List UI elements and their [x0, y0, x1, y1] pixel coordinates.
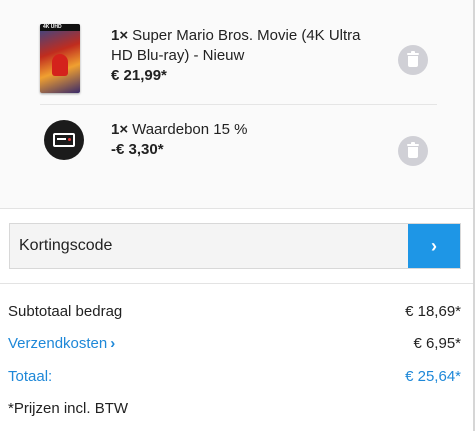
shipping-label: Verzendkosten — [8, 335, 108, 352]
item-price: € 21,99* — [111, 67, 167, 84]
voucher-card-icon — [44, 120, 84, 160]
total-value: € 25,64* — [405, 368, 461, 385]
item-price: -€ 3,30* — [111, 141, 164, 158]
shipping-link[interactable]: Verzendkosten › — [8, 334, 115, 354]
cart-items: 4K UHD 1× Super Mario Bros. Movie (4K Ult… — [0, 0, 473, 208]
trash-icon[interactable] — [398, 45, 428, 75]
chevron-right-icon: › — [110, 335, 116, 352]
item-title[interactable]: Super Mario Bros. Movie (4K Ultra HD Blu… — [111, 27, 361, 64]
cart-item-details: 1× Super Mario Bros. Movie (4K Ultra HD B… — [111, 26, 381, 86]
subtotal-label: Subtotaal bedrag — [8, 303, 123, 320]
bluray-band: 4K UHD — [40, 24, 80, 31]
total-label: Totaal: — [8, 368, 53, 385]
divider — [0, 283, 473, 284]
coupon-form: › — [9, 223, 461, 269]
trash-icon[interactable] — [398, 136, 428, 166]
product-thumbnail[interactable]: 4K UHD — [40, 24, 80, 93]
cart-item-details: 1× Waardebon 15 % -€ 3,30* — [111, 120, 381, 160]
tax-note: *Prijzen incl. BTW — [8, 400, 129, 417]
divider — [0, 208, 473, 209]
cover-figure — [52, 54, 68, 76]
shipping-value: € 6,95* — [413, 335, 461, 352]
apply-coupon-button[interactable]: › — [408, 224, 460, 268]
item-quantity: 1× — [111, 121, 129, 138]
item-title: Waardebon 15 % — [132, 121, 248, 138]
coupon-code-input[interactable] — [10, 224, 408, 268]
bluray-band-label: 4K UHD — [43, 24, 62, 30]
subtotal-value: € 18,69* — [405, 303, 461, 320]
shipping-row: Verzendkosten › € 6,95* — [8, 334, 461, 354]
cart-summary-panel: 4K UHD 1× Super Mario Bros. Movie (4K Ult… — [0, 0, 475, 431]
total-row: Totaal: € 25,64* — [8, 367, 461, 387]
subtotal-row: Subtotaal bedrag € 18,69* — [8, 302, 461, 322]
item-quantity: 1× — [111, 27, 129, 44]
